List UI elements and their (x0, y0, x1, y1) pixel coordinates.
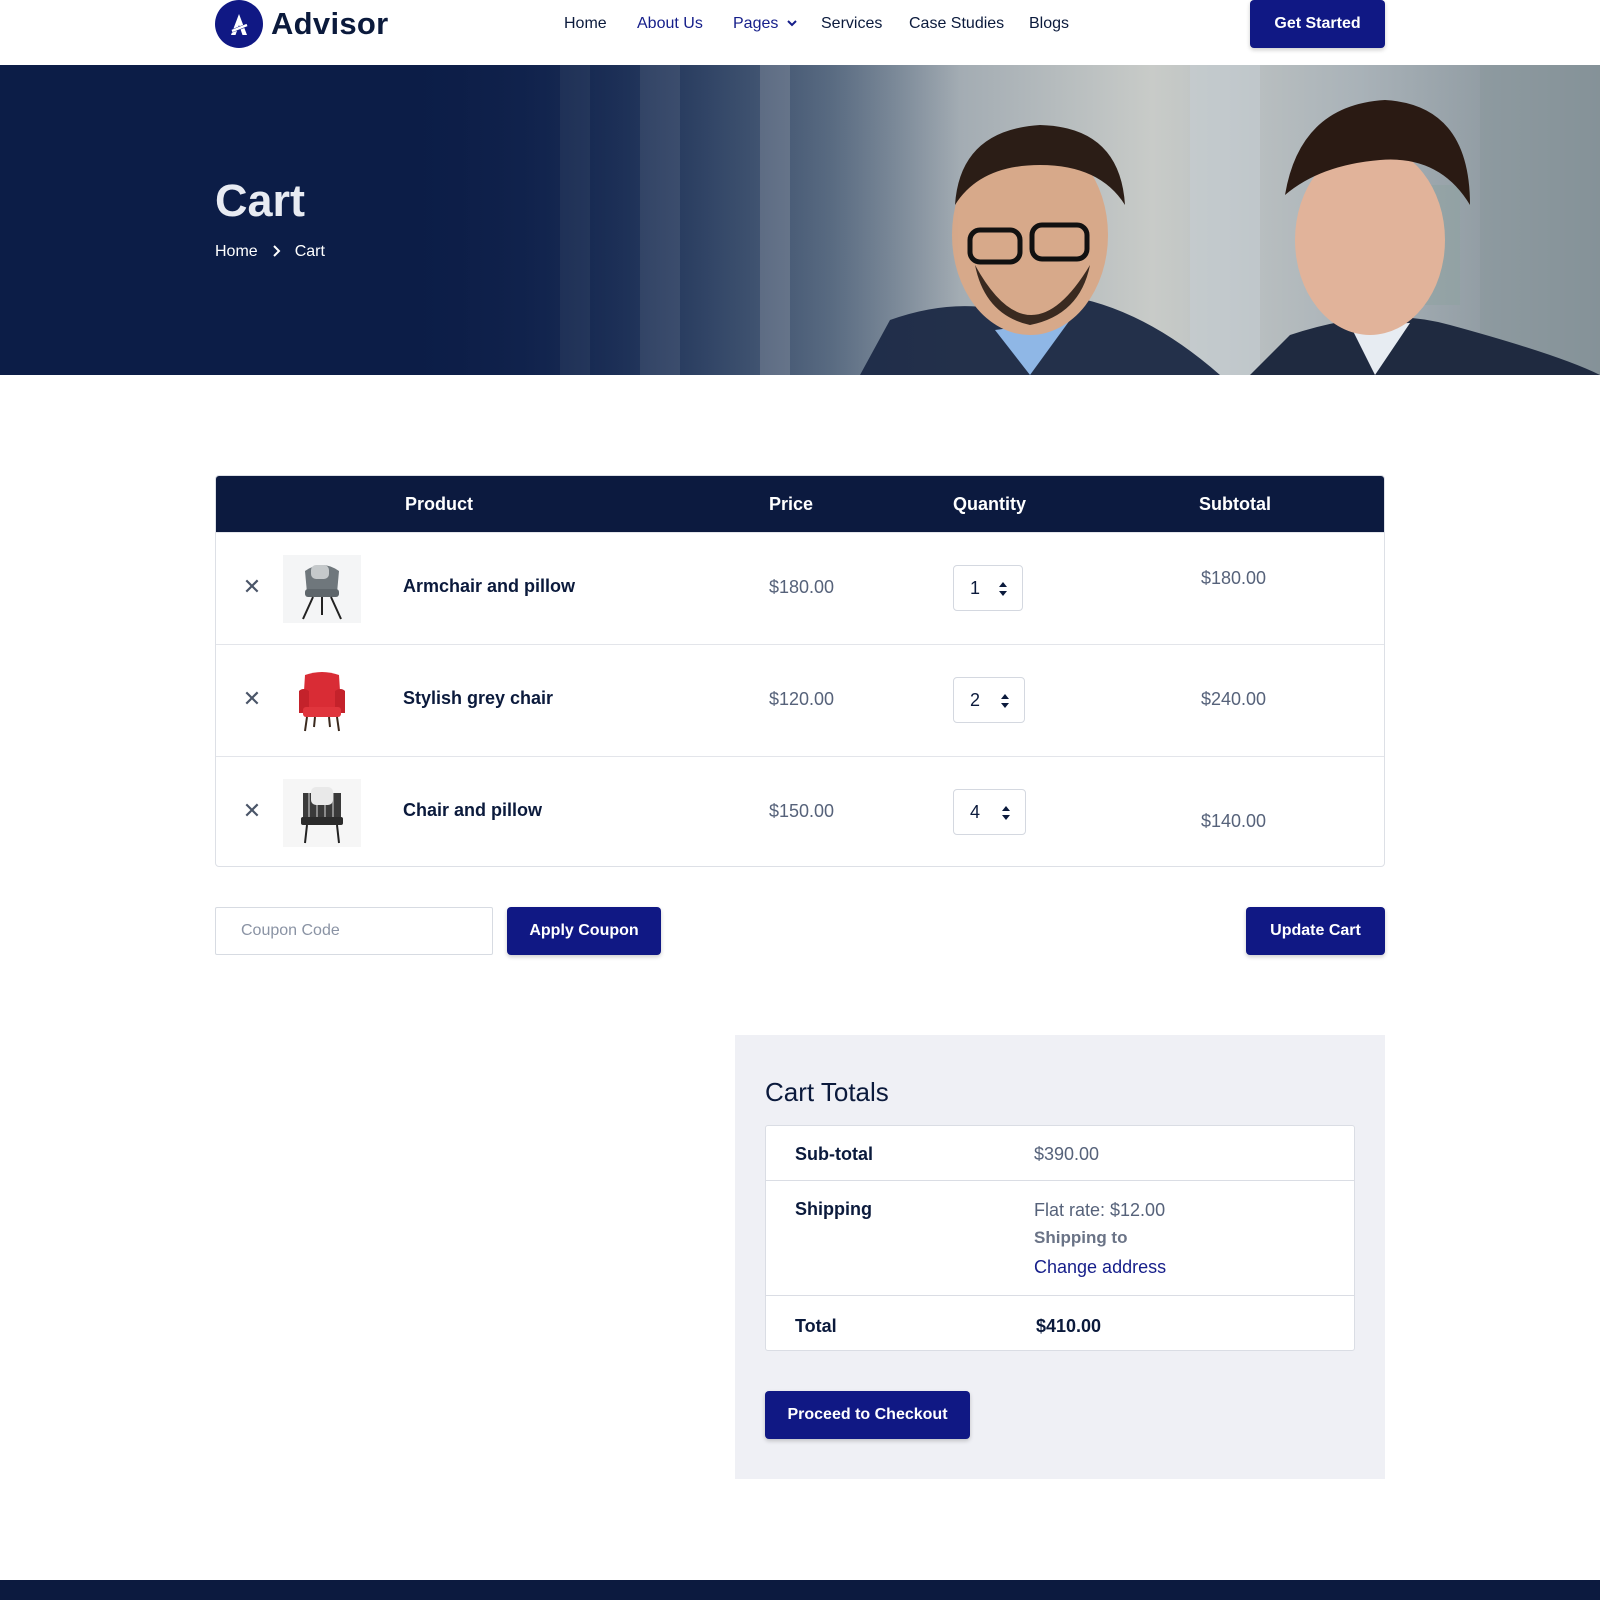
page-hero: Cart Home Cart (0, 65, 1600, 375)
product-subtotal: $140.00 (1201, 811, 1267, 831)
cart-totals-table: Sub-total $390.00 Shipping Flat rate: $1… (765, 1125, 1355, 1351)
cart-table: Product Price Quantity Subtotal ✕ Armcha… (215, 475, 1385, 867)
product-price: $120.00 (769, 689, 835, 709)
coupon-code-input[interactable] (215, 907, 493, 955)
shipping-to: Shipping to (1034, 1228, 1128, 1247)
update-cart-button[interactable]: Update Cart (1246, 907, 1385, 955)
cart-table-header: Product Price Quantity Subtotal (216, 476, 1384, 532)
proceed-to-checkout-button[interactable]: Proceed to Checkout (765, 1391, 970, 1439)
nav-home[interactable]: Home (564, 15, 607, 33)
total-row: Total $410.00 (766, 1295, 1354, 1351)
apply-coupon-button[interactable]: Apply Coupon (507, 907, 661, 955)
logo[interactable]: Advisor (215, 0, 389, 48)
table-row: ✕ Stylish grey chair $120.00 2 $240.00 (216, 644, 1384, 756)
red-wingback-chair-icon (283, 667, 361, 735)
quantity-stepper[interactable]: 2 (953, 677, 1025, 723)
grey-armchair-icon (283, 555, 361, 623)
quantity-value: 2 (970, 690, 981, 710)
shipping-row: Shipping Flat rate: $12.00 Shipping to C… (766, 1180, 1354, 1295)
quantity-stepper[interactable]: 1 (953, 565, 1023, 611)
chevron-right-icon (272, 244, 281, 260)
column-price: Price (769, 494, 814, 514)
nav-about-us[interactable]: About Us (637, 15, 703, 33)
table-row: ✕ Armchair and pillow $180.00 1 $180.00 (216, 532, 1384, 644)
quantity-value: 1 (970, 578, 981, 598)
nav-blogs[interactable]: Blogs (1029, 15, 1069, 33)
subtotal-label: Sub-total (795, 1144, 873, 1164)
subtotal-row: Sub-total $390.00 (766, 1126, 1354, 1180)
breadcrumb-current: Cart (294, 243, 325, 260)
column-quantity: Quantity (953, 494, 1027, 514)
breadcrumb-home[interactable]: Home (215, 243, 258, 261)
shipping-rate: Flat rate: $12.00 (1034, 1200, 1166, 1220)
nav-case-studies[interactable]: Case Studies (909, 15, 1004, 33)
change-address-link[interactable]: Change address (1034, 1257, 1166, 1278)
product-subtotal: $240.00 (1201, 689, 1267, 709)
spinner-arrows-icon[interactable] (998, 579, 1008, 599)
breadcrumb: Home Cart (215, 243, 325, 261)
quantity-stepper[interactable]: 4 (953, 789, 1026, 835)
spinner-arrows-icon[interactable] (1000, 691, 1010, 711)
column-subtotal: Subtotal (1199, 494, 1271, 514)
remove-item-icon[interactable]: ✕ (240, 687, 264, 711)
total-label: Total (795, 1316, 837, 1336)
nav-pages-label: Pages (733, 15, 779, 32)
logo-text: Advisor (271, 6, 389, 41)
shipping-label: Shipping (795, 1199, 872, 1219)
table-row: ✕ Chair and pillow $150.00 4 $140.00 (216, 756, 1384, 866)
chevron-down-icon (787, 20, 797, 27)
product-name[interactable]: Stylish grey chair (403, 688, 553, 709)
product-name[interactable]: Armchair and pillow (403, 576, 575, 597)
cart-totals-panel: Cart Totals Sub-total $390.00 Shipping F… (735, 1035, 1385, 1479)
get-started-button[interactable]: Get Started (1250, 0, 1385, 48)
product-price: $180.00 (769, 577, 835, 597)
quantity-value: 4 (970, 802, 981, 822)
product-subtotal: $180.00 (1201, 568, 1267, 588)
site-header: Advisor Home About Us Pages Services Cas… (0, 0, 1600, 65)
remove-item-icon[interactable]: ✕ (240, 575, 264, 599)
product-name[interactable]: Chair and pillow (403, 800, 542, 821)
column-product: Product (405, 494, 474, 514)
total-value: $410.00 (1036, 1316, 1102, 1336)
logo-mark-icon (215, 0, 263, 48)
nav-pages[interactable]: Pages (733, 15, 798, 33)
subtotal-value: $390.00 (1034, 1144, 1100, 1164)
spinner-arrows-icon[interactable] (1001, 803, 1011, 823)
footer (0, 1580, 1600, 1600)
nav-services[interactable]: Services (821, 15, 882, 33)
remove-item-icon[interactable]: ✕ (240, 799, 264, 823)
product-price: $150.00 (769, 801, 835, 821)
cart-totals-title: Cart Totals (765, 1077, 889, 1107)
page-title: Cart (215, 175, 306, 226)
checkered-chair-icon (283, 779, 361, 847)
